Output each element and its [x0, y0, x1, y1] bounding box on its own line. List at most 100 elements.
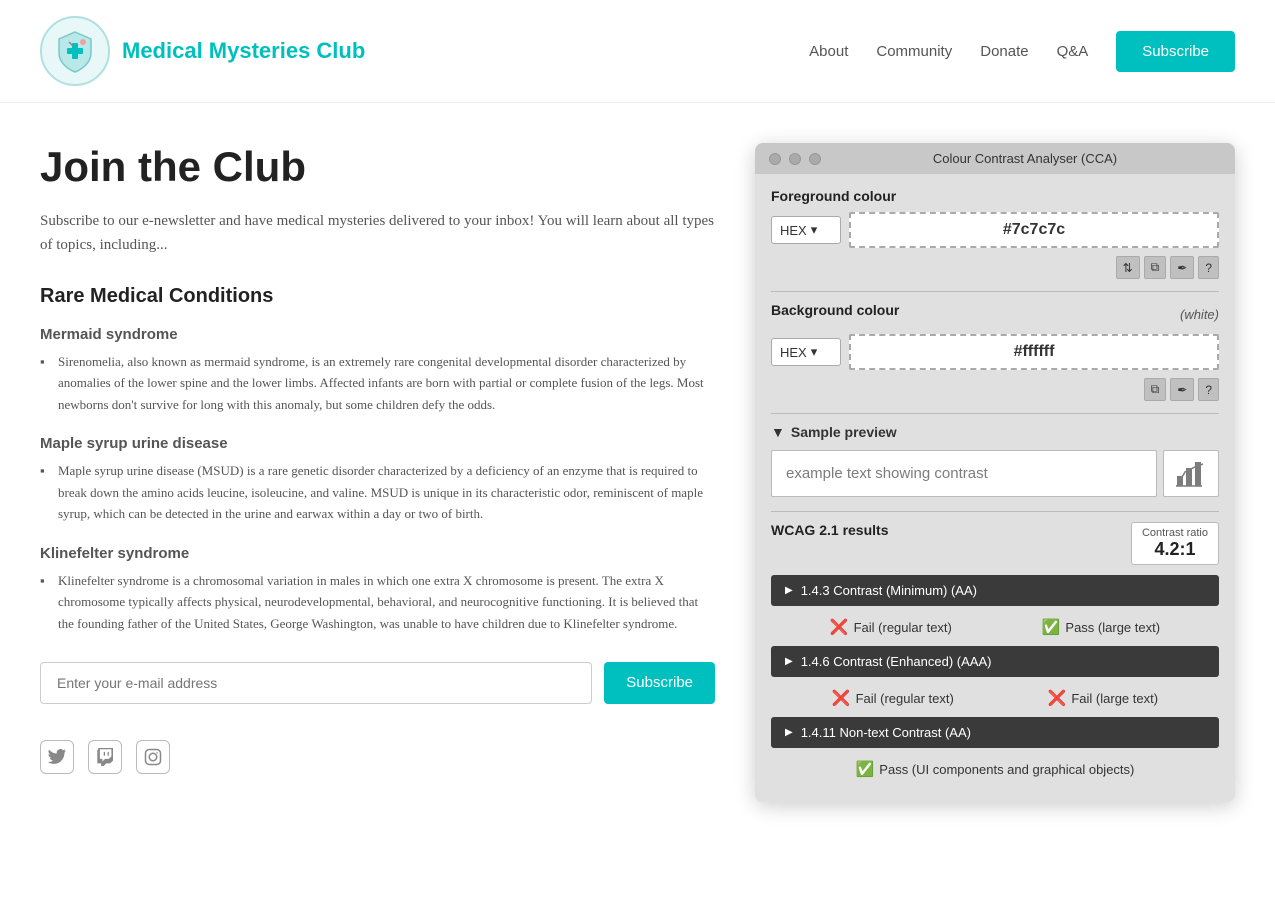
foreground-format-select[interactable]: HEX ▾: [771, 216, 841, 244]
triangle-icon: ▼: [771, 424, 785, 440]
background-label-row: Background colour (white): [771, 302, 1219, 326]
wcag-aaa-label: 1.4.6 Contrast (Enhanced) (AAA): [801, 654, 992, 669]
foreground-dropdown-icon: ▾: [811, 222, 818, 238]
twitter-icon[interactable]: [40, 740, 74, 774]
foreground-label: Foreground colour: [771, 188, 1219, 204]
sample-preview-text: Sample preview: [791, 424, 897, 440]
foreground-tools: ⇅ ⧉ ✒ ?: [771, 256, 1219, 279]
background-sliders-btn[interactable]: ⧉: [1144, 378, 1167, 401]
traffic-light-min[interactable]: [789, 153, 801, 165]
wcag-aa-regular-result: ❌ Fail (regular text): [830, 618, 952, 636]
left-column: Join the Club Subscribe to our e-newslet…: [40, 143, 715, 774]
foreground-help-btn[interactable]: ?: [1198, 256, 1219, 279]
wcag-aaa-results: ❌ Fail (regular text) ❌ Fail (large text…: [771, 681, 1219, 717]
wcag-aaa-large-result: ❌ Fail (large text): [1048, 689, 1158, 707]
fail-icon-3: ❌: [1048, 689, 1067, 707]
contrast-ratio-value: 4.2:1: [1142, 539, 1208, 560]
background-dropdown-icon: ▾: [811, 344, 818, 360]
cca-titlebar: Colour Contrast Analyser (CCA): [755, 143, 1235, 174]
pass-icon-2: ✅: [856, 760, 875, 778]
foreground-format: HEX: [780, 223, 807, 238]
condition-title-1: Mermaid syndrome: [40, 326, 715, 343]
navbar: Medical Mysteries Club About Community D…: [0, 0, 1275, 103]
sample-chart-box: [1163, 450, 1219, 497]
email-input[interactable]: [40, 662, 592, 704]
background-format-select[interactable]: HEX ▾: [771, 338, 841, 366]
divider-1: [771, 291, 1219, 292]
condition-desc-1: Sirenomelia, also known as mermaid syndr…: [40, 351, 715, 415]
nav-subscribe-button[interactable]: Subscribe: [1116, 31, 1235, 72]
wcag-nontext-results: ✅ Pass (UI components and graphical obje…: [771, 752, 1219, 788]
wcag-aa-label: 1.4.3 Contrast (Minimum) (AA): [801, 583, 977, 598]
nav-donate[interactable]: Donate: [980, 43, 1028, 60]
wcag-nontext-result-label: Pass (UI components and graphical object…: [879, 762, 1134, 777]
sample-preview-label: ▼ Sample preview: [771, 424, 1219, 440]
wcag-item-aaa[interactable]: ▶ 1.4.6 Contrast (Enhanced) (AAA): [771, 646, 1219, 677]
background-label: Background colour: [771, 302, 899, 318]
twitch-icon[interactable]: [88, 740, 122, 774]
brand-name: Medical Mysteries Club: [122, 38, 365, 64]
condition-maple: Maple syrup urine disease Maple syrup ur…: [40, 435, 715, 524]
wcag-aa-large-label: Pass (large text): [1065, 620, 1160, 635]
wcag-results-header: WCAG 2.1 results Contrast ratio 4.2:1: [771, 522, 1219, 565]
cca-title: Colour Contrast Analyser (CCA): [829, 151, 1221, 166]
navbar-links: About Community Donate Q&A Subscribe: [809, 31, 1235, 72]
wcag-nontext-label: 1.4.11 Non-text Contrast (AA): [801, 725, 971, 740]
logo: [40, 16, 110, 86]
subscribe-button[interactable]: Subscribe: [604, 662, 715, 704]
traffic-light-max[interactable]: [809, 153, 821, 165]
chart-icon: [1175, 458, 1207, 490]
wcag-item-nontext[interactable]: ▶ 1.4.11 Non-text Contrast (AA): [771, 717, 1219, 748]
instagram-icon[interactable]: [136, 740, 170, 774]
fail-icon-1: ❌: [830, 618, 849, 636]
nav-qa[interactable]: Q&A: [1057, 43, 1089, 60]
background-format: HEX: [780, 345, 807, 360]
foreground-sliders-btn[interactable]: ⧉: [1144, 256, 1167, 279]
condition-title-3: Klinefelter syndrome: [40, 545, 715, 562]
foreground-eyedropper-btn[interactable]: ✒: [1170, 256, 1194, 279]
divider-2: [771, 413, 1219, 414]
contrast-ratio-box: Contrast ratio 4.2:1: [1131, 522, 1219, 565]
wcag-nontext-result: ✅ Pass (UI components and graphical obje…: [856, 760, 1135, 778]
background-eyedropper-btn[interactable]: ✒: [1170, 378, 1194, 401]
brand: Medical Mysteries Club: [40, 16, 365, 86]
background-value-input[interactable]: [849, 334, 1219, 370]
logo-icon: [53, 29, 97, 73]
wcag-aa-results: ❌ Fail (regular text) ✅ Pass (large text…: [771, 610, 1219, 646]
cca-body: Foreground colour HEX ▾ ⇅ ⧉ ✒ ?: [755, 174, 1235, 802]
page-title: Join the Club: [40, 143, 715, 191]
nav-community[interactable]: Community: [876, 43, 952, 60]
cca-panel-container: Colour Contrast Analyser (CCA) Foregroun…: [755, 143, 1235, 802]
main-content: Join the Club Subscribe to our e-newslet…: [0, 103, 1275, 842]
foreground-swap-btn[interactable]: ⇅: [1116, 256, 1140, 279]
cca-panel: Colour Contrast Analyser (CCA) Foregroun…: [755, 143, 1235, 802]
email-row: Subscribe: [40, 662, 715, 704]
wcag-label: WCAG 2.1 results: [771, 522, 888, 538]
background-tools: ⧉ ✒ ?: [771, 378, 1219, 401]
wcag-aa-regular-label: Fail (regular text): [854, 620, 952, 635]
condition-mermaid: Mermaid syndrome Sirenomelia, also known…: [40, 326, 715, 415]
section-title: Rare Medical Conditions: [40, 285, 715, 308]
social-icons: [40, 740, 715, 774]
background-white-label: (white): [1180, 307, 1219, 322]
intro-text: Subscribe to our e-newsletter and have m…: [40, 209, 715, 257]
background-color-row: HEX ▾: [771, 334, 1219, 370]
wcag-item-aa[interactable]: ▶ 1.4.3 Contrast (Minimum) (AA): [771, 575, 1219, 606]
wcag-aaa-regular-result: ❌ Fail (regular text): [832, 689, 954, 707]
foreground-color-row: HEX ▾: [771, 212, 1219, 248]
wcag-aaa-regular-label: Fail (regular text): [856, 691, 954, 706]
contrast-ratio-label: Contrast ratio: [1142, 527, 1208, 539]
wcag-aa-large-result: ✅ Pass (large text): [1042, 618, 1160, 636]
wcag-aa-arrow: ▶: [785, 585, 793, 596]
condition-title-2: Maple syrup urine disease: [40, 435, 715, 452]
sample-preview-row: example text showing contrast: [771, 450, 1219, 497]
traffic-light-close[interactable]: [769, 153, 781, 165]
background-help-btn[interactable]: ?: [1198, 378, 1219, 401]
divider-3: [771, 511, 1219, 512]
condition-klinefelter: Klinefelter syndrome Klinefelter syndrom…: [40, 545, 715, 634]
fail-icon-2: ❌: [832, 689, 851, 707]
condition-desc-2: Maple syrup urine disease (MSUD) is a ra…: [40, 460, 715, 524]
nav-about[interactable]: About: [809, 43, 848, 60]
pass-icon-1: ✅: [1042, 618, 1061, 636]
foreground-value-input[interactable]: [849, 212, 1219, 248]
